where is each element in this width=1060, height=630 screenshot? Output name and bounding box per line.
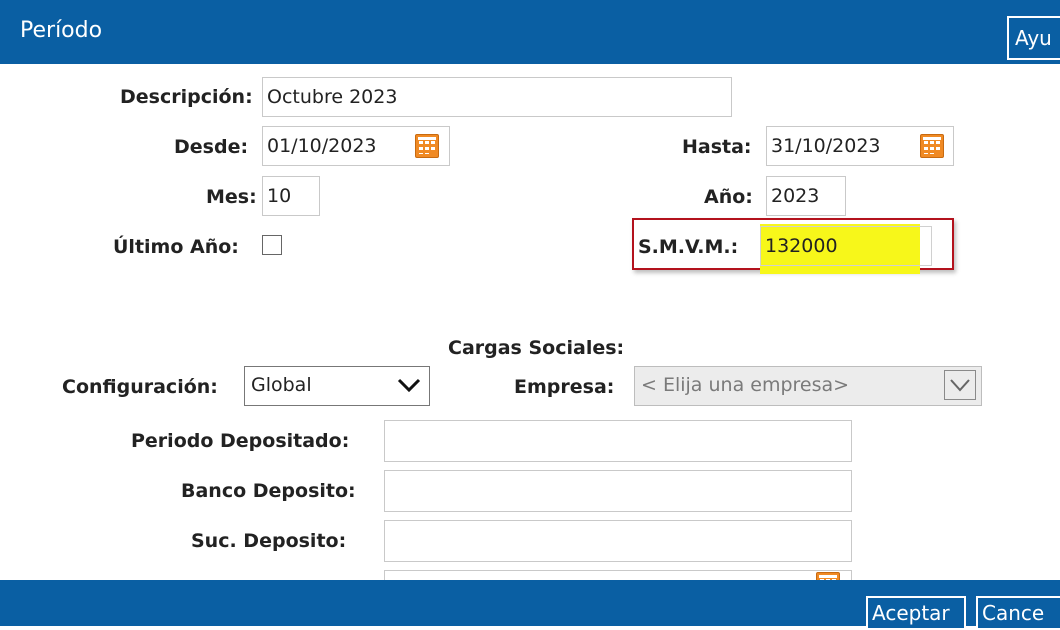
banco-deposito-label: Banco Deposito:	[181, 480, 356, 502]
title-bar: Período Ayu	[0, 0, 1060, 64]
descripcion-label: Descripción:	[120, 86, 253, 108]
ultimo-anio-label: Último Año:	[113, 236, 239, 258]
ultimo-anio-checkbox[interactable]	[262, 235, 282, 255]
anio-input[interactable]: 2023	[766, 176, 846, 216]
suc-deposito-input[interactable]	[384, 520, 852, 562]
mes-label: Mes:	[206, 186, 257, 208]
empresa-select[interactable]: < Elija una empresa>	[634, 366, 982, 406]
dialog-title: Período	[20, 18, 103, 43]
banco-deposito-input[interactable]	[384, 470, 852, 512]
anio-label: Año:	[704, 186, 753, 208]
hasta-label: Hasta:	[682, 136, 752, 158]
accept-button[interactable]: Aceptar	[866, 596, 966, 630]
help-button[interactable]: Ayu	[1007, 16, 1060, 60]
smvm-label: S.M.V.M.:	[638, 236, 739, 258]
periodo-depositado-input[interactable]	[384, 420, 852, 462]
desde-label: Desde:	[174, 136, 249, 158]
calendar-icon[interactable]	[415, 134, 439, 158]
calendar-icon[interactable]	[920, 134, 944, 158]
mes-input[interactable]: 10	[262, 176, 320, 216]
configuracion-label: Configuración:	[62, 376, 218, 398]
chevron-down-icon	[950, 379, 970, 392]
cargas-sociales-heading: Cargas Sociales:	[448, 337, 625, 359]
chevron-down-icon	[397, 378, 421, 393]
suc-deposito-label: Suc. Deposito:	[191, 530, 347, 552]
cancel-button[interactable]: Cance	[976, 596, 1060, 630]
descripcion-input[interactable]: Octubre 2023	[262, 77, 732, 117]
smvm-input[interactable]: 132000	[760, 226, 932, 266]
periodo-depositado-label: Periodo Depositado:	[131, 430, 350, 452]
empresa-label: Empresa:	[514, 376, 615, 398]
